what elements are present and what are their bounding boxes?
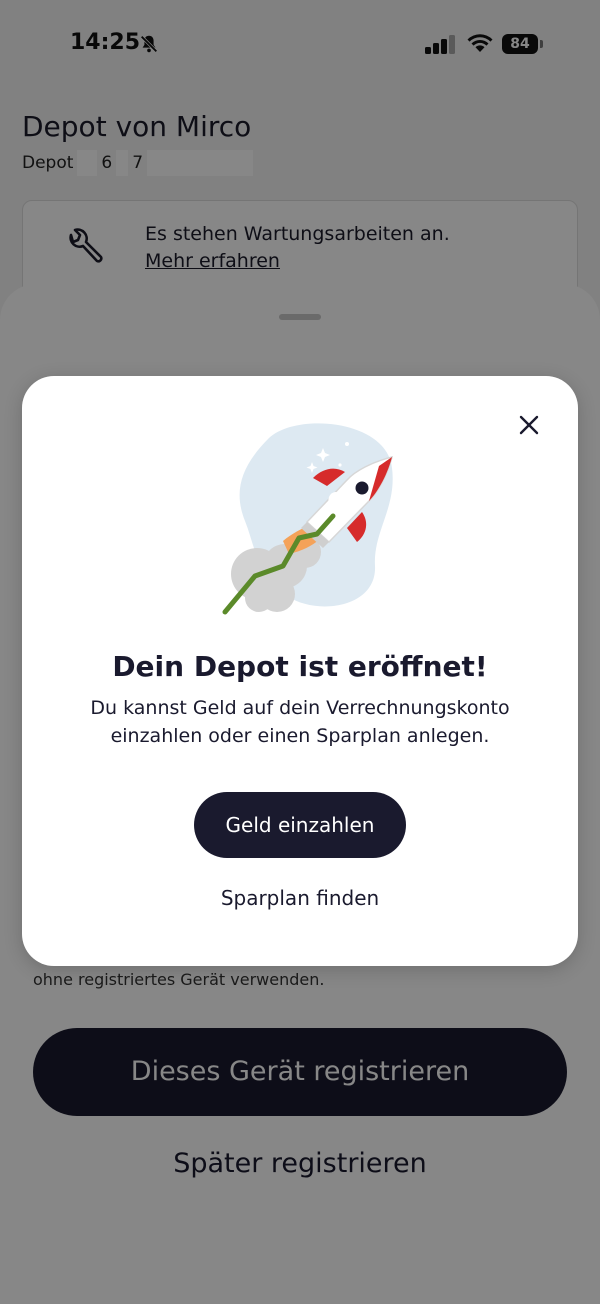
close-icon[interactable] [512,408,546,442]
modal-description: Du kannst Geld auf dein Verrechnungskont… [90,697,510,747]
find-savings-plan-link[interactable]: Sparplan finden [22,886,578,910]
deposit-money-button[interactable]: Geld einzahlen [194,792,406,858]
depot-opened-modal: Dein Depot ist eröffnet! Du kannst Geld … [22,376,578,966]
modal-title: Dein Depot ist eröffnet! [112,650,488,683]
rocket-illustration [222,423,394,615]
